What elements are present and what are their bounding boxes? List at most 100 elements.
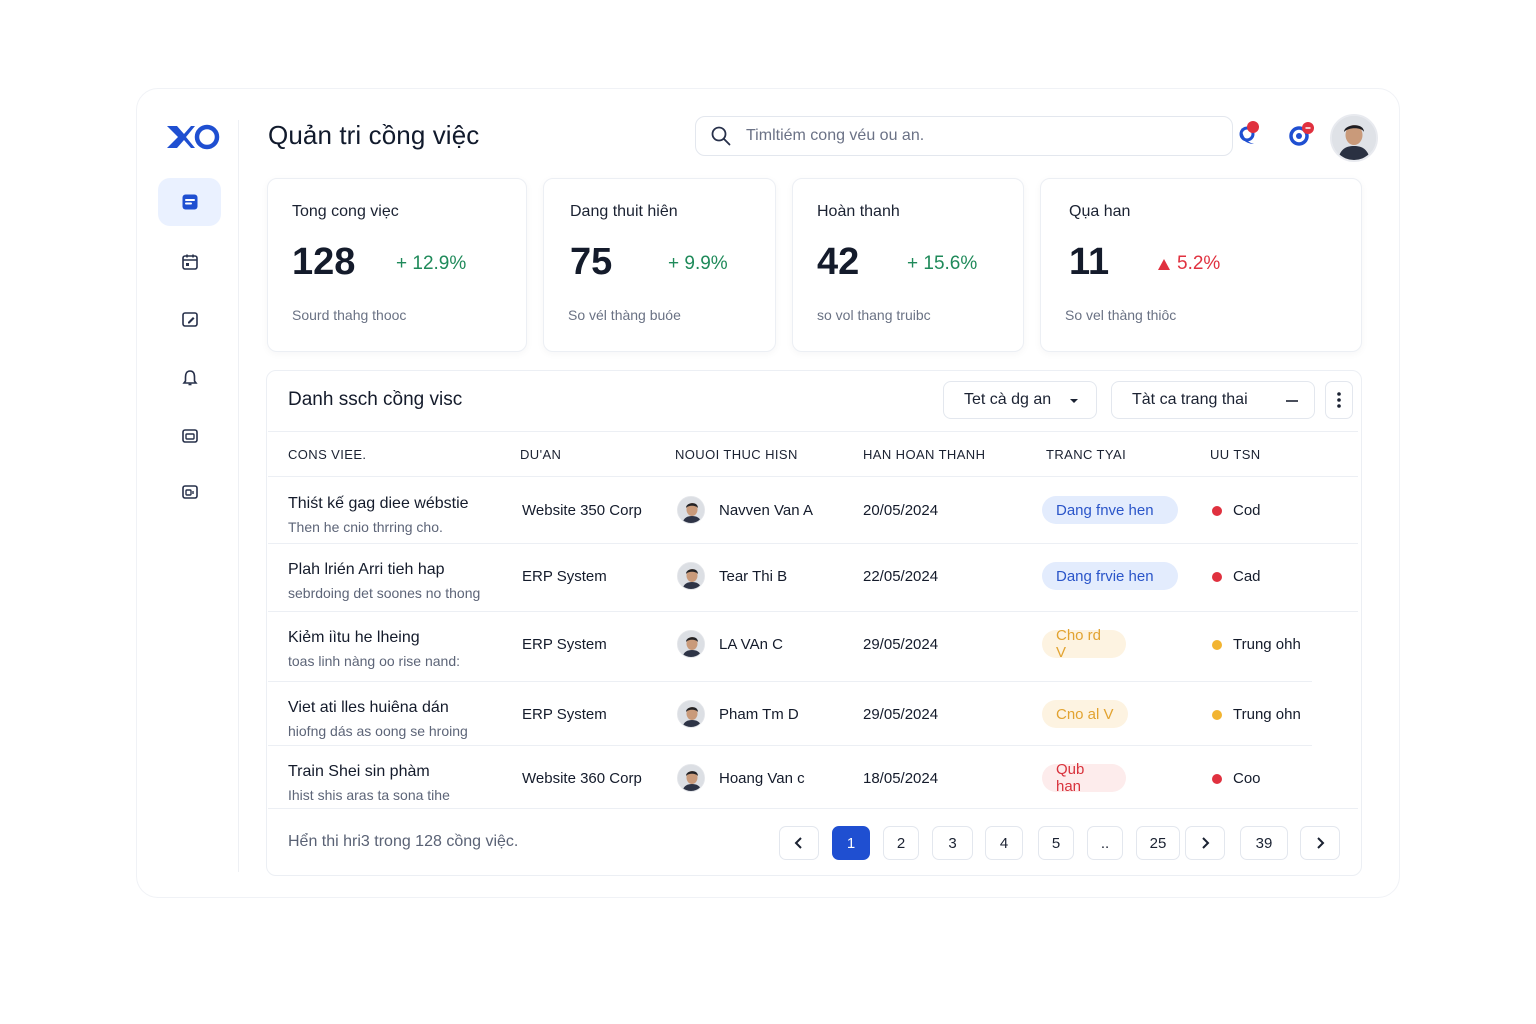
search-bar[interactable] — [695, 116, 1233, 156]
priority-dot — [1212, 774, 1222, 784]
task-project: Website 360 Corp — [522, 770, 642, 787]
project-filter-label: Tet cà dg an — [964, 391, 1052, 408]
page-button-1[interactable]: 1 — [832, 826, 870, 860]
divider — [268, 476, 1358, 477]
priority-label: Cad — [1233, 568, 1261, 585]
assignee-avatar — [677, 562, 705, 590]
search-icon — [711, 126, 731, 146]
task-name: Train Shei sin phàm — [288, 763, 430, 780]
priority-label: Coo — [1233, 770, 1261, 787]
column-header-priority[interactable]: UU TSN — [1210, 447, 1261, 462]
last-page-button[interactable] — [1300, 826, 1340, 860]
priority-dot — [1212, 572, 1222, 582]
page-button-2[interactable]: 2 — [883, 826, 919, 860]
task-project: ERP System — [522, 706, 607, 723]
stat-title: Tong cong viẹc — [292, 203, 399, 220]
page-button-3[interactable]: 3 — [932, 826, 973, 860]
page-button-5[interactable]: 5 — [1038, 826, 1074, 860]
stat-change: + 15.6% — [907, 253, 978, 274]
divider — [268, 431, 1358, 432]
column-header-status[interactable]: TRANC TYAI — [1046, 447, 1126, 462]
window-settings-icon — [181, 485, 198, 499]
column-header-assignee[interactable]: NOUOI THUC HISN — [675, 447, 798, 462]
assignee-name: Pham Tm D — [719, 706, 799, 723]
stat-value: 75 — [570, 241, 613, 283]
sidebar-item-notifications[interactable] — [158, 354, 221, 402]
assignee-name: Navven Van A — [719, 502, 813, 519]
page-button-4[interactable]: 4 — [985, 826, 1023, 860]
status-badge: Qub han — [1042, 761, 1126, 795]
status-badge: Dang fnve hen — [1042, 496, 1178, 524]
person-icon — [678, 765, 704, 791]
project-filter-select[interactable]: Tet cà dg an — [943, 381, 1097, 419]
column-header-due-date[interactable]: HAN HOAN THANH — [863, 447, 985, 462]
next-page-button[interactable] — [1185, 826, 1225, 860]
sidebar-divider — [238, 120, 239, 872]
row-divider — [268, 681, 1312, 682]
stat-subtitle: So vél thàng buóe — [568, 307, 681, 323]
chevron-left-icon — [794, 837, 802, 849]
priority-dot — [1212, 640, 1222, 650]
task-description: Ihist shis aras ta sona tihe — [288, 787, 450, 803]
notification-bell-icon[interactable] — [1234, 118, 1266, 150]
stat-value: 11 — [1069, 241, 1110, 283]
sidebar-item-calendar[interactable] — [158, 238, 221, 286]
dash-icon — [1286, 400, 1298, 402]
table-row[interactable]: Plah lrién Arri tieh hap sebrdoing det so… — [268, 546, 1358, 612]
message-icon[interactable] — [1286, 118, 1318, 150]
table-row[interactable]: Thiśt kế gag diee wébstie Then he cnio th… — [268, 480, 1358, 546]
pagination-info: Hển thi hri3 trong 128 cồng việc. — [288, 833, 519, 850]
sidebar-item-tasks[interactable] — [158, 178, 221, 226]
stat-card-completed: Hoàn thanh 42 + 15.6% so vol thang truib… — [792, 178, 1024, 352]
sidebar-item-reports[interactable] — [158, 412, 221, 460]
status-badge: Cho rd V — [1042, 627, 1126, 661]
due-date: 22/05/2024 — [863, 568, 939, 585]
task-project: ERP System — [522, 636, 607, 653]
sidebar-item-settings[interactable] — [158, 468, 221, 516]
priority-dot — [1212, 710, 1222, 720]
task-name: Plah lrién Arri tieh hap — [288, 561, 445, 578]
column-header-task[interactable]: CONS VIEE. — [288, 447, 366, 462]
row-divider — [268, 808, 1358, 809]
stat-change: 5.2% — [1177, 253, 1221, 274]
table-row[interactable]: Viet ati lles huiêna dán hiofng dás as oo… — [268, 684, 1358, 750]
user-avatar[interactable] — [1330, 114, 1378, 162]
task-name: Thiśt kế gag diee wébstie — [288, 495, 469, 512]
triangle-up-icon — [1158, 259, 1170, 270]
due-date: 29/05/2024 — [863, 706, 939, 723]
priority-dot — [1212, 506, 1222, 516]
row-divider — [268, 745, 1312, 746]
more-options-button[interactable] — [1325, 381, 1353, 419]
table-row[interactable]: Train Shei sin phàm Ihist shis aras ta so… — [268, 748, 1358, 814]
task-name: Kiẻm iìtu he lheing — [288, 629, 420, 646]
stat-subtitle: Sourd thahg thooc — [292, 307, 407, 323]
table-row[interactable]: Kiẻm iìtu he lheing toas linh nàng oo ris… — [268, 614, 1358, 680]
chevron-down-icon — [1070, 399, 1078, 403]
prev-page-button[interactable] — [779, 826, 819, 860]
stat-value: 42 — [817, 241, 860, 283]
folder-edit-icon — [181, 312, 198, 327]
page-button-25[interactable]: 25 — [1136, 826, 1180, 860]
task-board-icon — [182, 194, 197, 210]
stat-card-in-progress: Dang thuit hiên 75 + 9.9% So vél thàng b… — [543, 178, 776, 352]
status-filter-select[interactable]: Tàt ca trang thai — [1111, 381, 1315, 419]
priority-label: Cod — [1233, 502, 1261, 519]
sidebar-item-projects[interactable] — [158, 295, 221, 343]
status-badge: Dang frvie hen — [1042, 562, 1178, 590]
chevron-right-icon — [1202, 837, 1210, 849]
person-icon — [678, 631, 704, 657]
person-icon — [678, 701, 704, 727]
priority-label: Trung ohh — [1233, 636, 1301, 653]
search-input[interactable] — [746, 127, 1206, 145]
chevron-right-icon — [1317, 837, 1325, 849]
calendar-icon — [181, 254, 198, 270]
task-description: Then he cnio thrring cho. — [288, 519, 443, 535]
due-date: 29/05/2024 — [863, 636, 939, 653]
column-header-project[interactable]: DU'AN — [520, 447, 561, 462]
task-project: ERP System — [522, 568, 607, 585]
row-divider — [268, 543, 1358, 544]
assignee-name: LA VAn C — [719, 636, 783, 653]
page-button-39[interactable]: 39 — [1240, 826, 1288, 860]
assignee-name: Tear Thi B — [719, 568, 788, 585]
status-filter-label: Tàt ca trang thai — [1132, 391, 1248, 408]
